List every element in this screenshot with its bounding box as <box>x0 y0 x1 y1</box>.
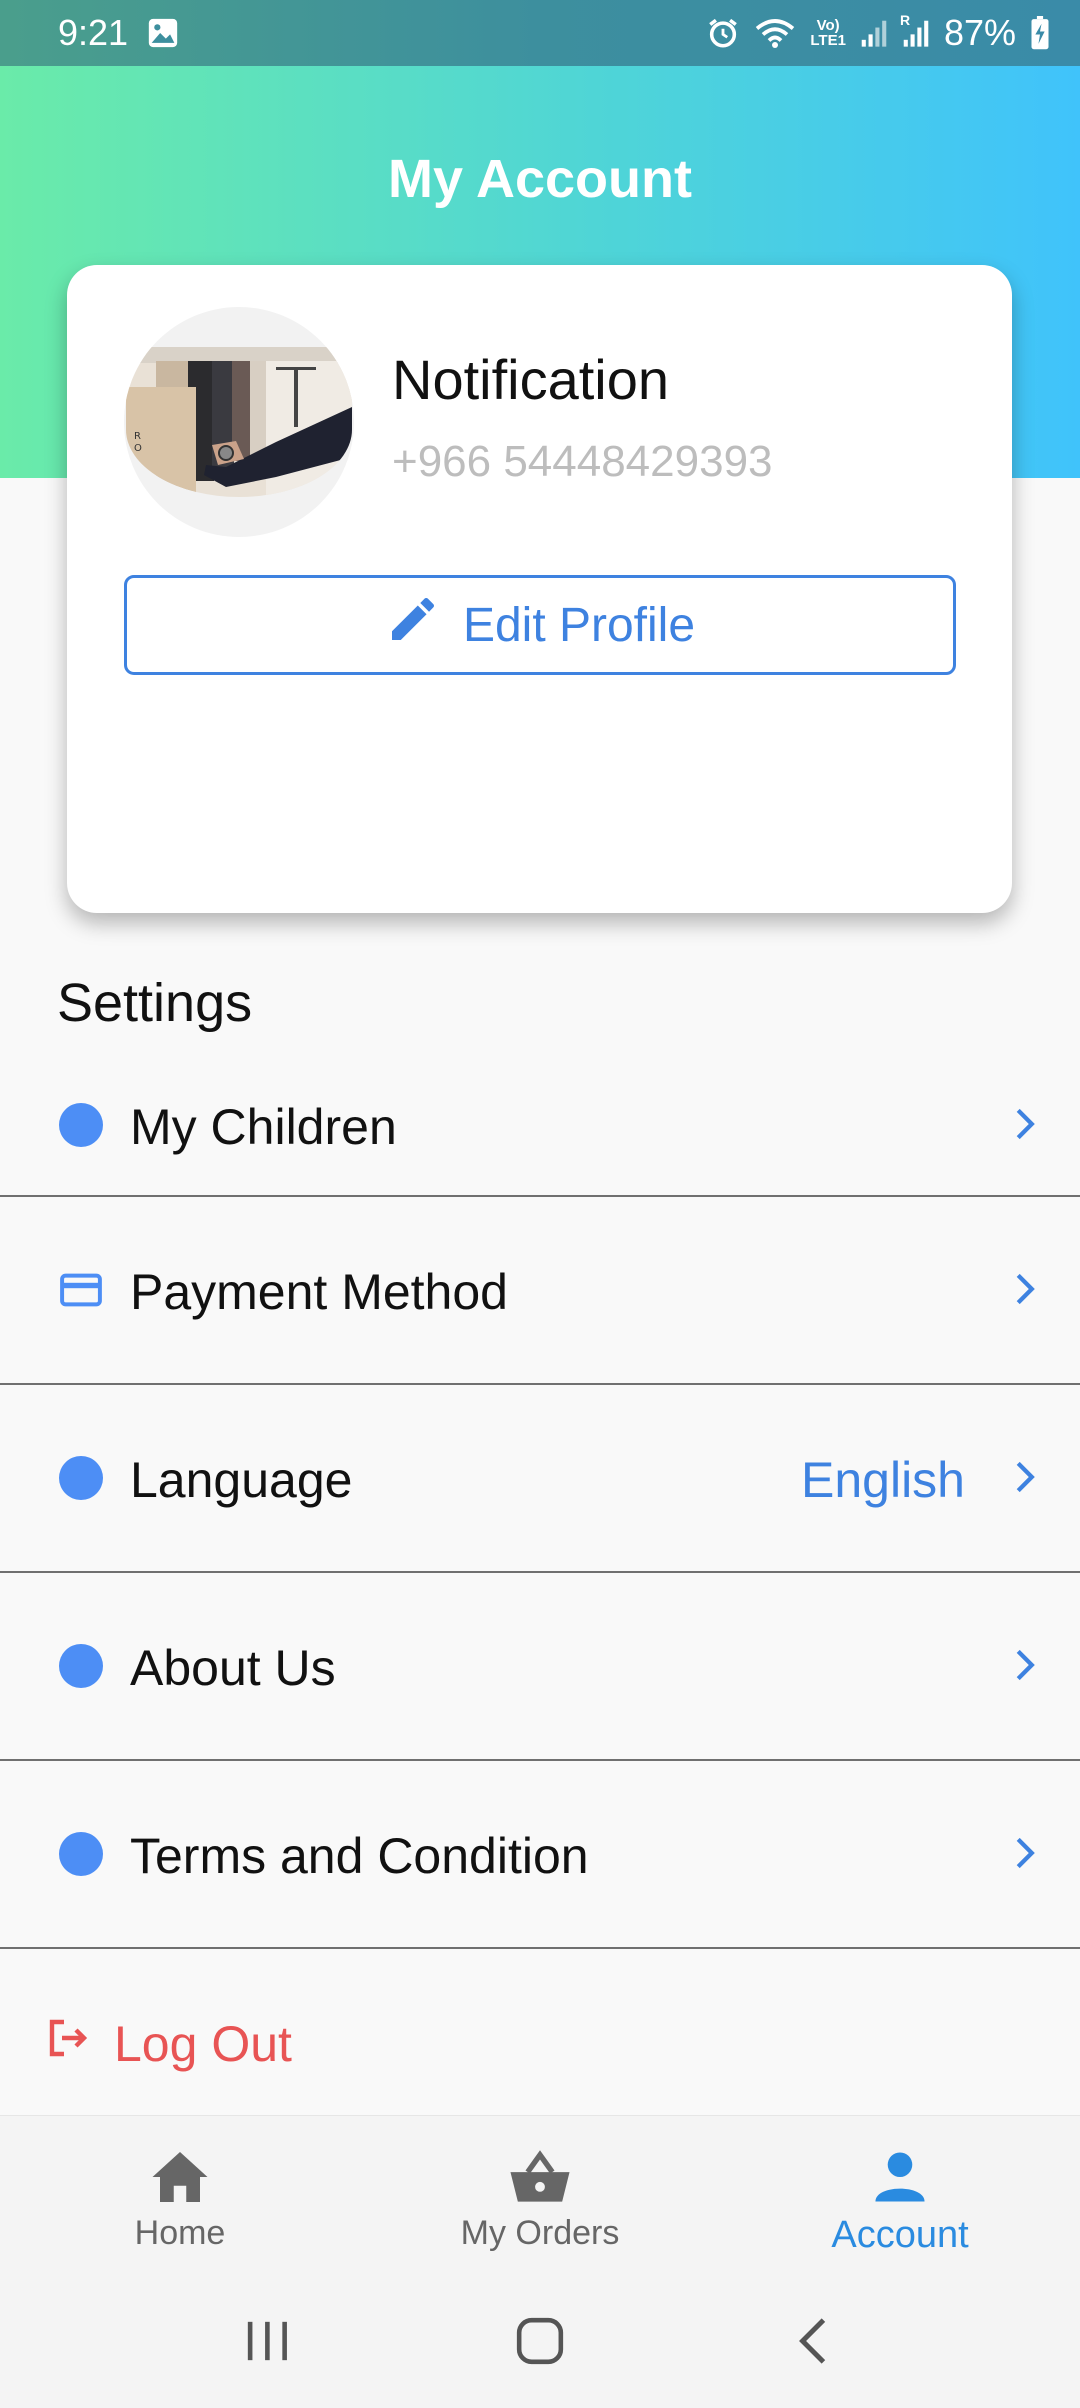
roaming-label: R <box>899 12 911 28</box>
nav-label: My Orders <box>460 2214 620 2252</box>
page-title: My Account <box>387 149 692 209</box>
wifi-icon <box>754 16 796 50</box>
chevron-right-icon <box>1010 1833 1040 1873</box>
settings-item-label: About Us <box>130 1640 336 1696</box>
profile-phone: +966 54448429393 <box>392 437 773 486</box>
settings-item-payment-method[interactable]: Payment Method <box>0 1197 1080 1385</box>
status-bar: 9:21 Vo) LTE1 R 87% <box>0 0 1080 66</box>
settings-item-terms[interactable]: Terms and Condition <box>0 1761 1080 1949</box>
settings-item-label: Terms and Condition <box>130 1828 589 1884</box>
nav-home[interactable]: Home <box>0 2116 360 2273</box>
status-left: 9:21 <box>58 12 180 54</box>
home-icon <box>150 2146 210 2208</box>
credit-card-icon <box>58 1267 104 1313</box>
status-time: 9:21 <box>58 12 129 53</box>
alarm-icon <box>706 16 740 50</box>
home-system-button[interactable] <box>480 2301 600 2381</box>
logout-icon <box>44 2014 92 2074</box>
profile-name: Notification <box>392 348 670 411</box>
dot-icon <box>58 1102 104 1148</box>
logout-button[interactable]: Log Out <box>44 2014 292 2074</box>
basket-icon <box>508 2146 572 2208</box>
nav-label: Home <box>134 2214 226 2252</box>
avatar[interactable]: R O <box>124 307 354 537</box>
svg-text:R: R <box>134 431 141 442</box>
settings-item-my-children[interactable]: My Children <box>0 1040 1080 1197</box>
edit-profile-button[interactable]: Edit Profile <box>124 575 956 675</box>
person-icon <box>873 2146 927 2208</box>
signal-icon <box>860 18 888 48</box>
volte-icon: Vo) LTE1 <box>810 18 846 48</box>
dot-icon <box>58 1831 104 1877</box>
gallery-icon <box>146 16 180 50</box>
nav-account[interactable]: Account <box>720 2116 1080 2273</box>
dot-icon <box>58 1455 104 1501</box>
language-value: English <box>801 1452 965 1508</box>
battery-percent: 87% <box>943 12 1016 53</box>
battery-charging-icon <box>1030 16 1050 50</box>
settings-heading: Settings <box>57 973 253 1033</box>
settings-item-language[interactable]: Language English <box>0 1385 1080 1573</box>
system-navigation-bar <box>0 2273 1080 2408</box>
back-button[interactable] <box>753 2301 873 2381</box>
chevron-right-icon <box>1010 1104 1040 1144</box>
chevron-right-icon <box>1010 1269 1040 1309</box>
recent-apps-button[interactable] <box>207 2301 327 2381</box>
chevron-right-icon <box>1010 1645 1040 1685</box>
edit-profile-label: Edit Profile <box>462 598 696 652</box>
nav-label: Account <box>831 2214 969 2256</box>
status-right: Vo) LTE1 R 87% <box>706 12 1050 54</box>
settings-item-about-us[interactable]: About Us <box>0 1573 1080 1761</box>
profile-card: R O Notification +966 54448429393 Edit P… <box>67 265 1012 913</box>
pencil-icon <box>385 591 441 659</box>
settings-list: My Children Payment Method Language Engl… <box>0 1040 1080 1949</box>
settings-item-label: Language <box>130 1452 353 1508</box>
bottom-navigation: Home My Orders Account <box>0 2115 1080 2273</box>
nav-my-orders[interactable]: My Orders <box>360 2116 720 2273</box>
volte-label-top: Vo) <box>816 17 840 34</box>
settings-item-label: Payment Method <box>130 1264 508 1320</box>
svg-text:O: O <box>134 443 142 454</box>
dot-icon <box>58 1643 104 1689</box>
chevron-right-icon <box>1010 1457 1040 1497</box>
avatar-photo: R O <box>126 347 352 497</box>
logout-label: Log Out <box>114 2016 292 2072</box>
settings-item-label: My Children <box>130 1099 397 1155</box>
signal-roaming-icon: R <box>900 12 930 48</box>
volte-label-bottom: LTE1 <box>810 32 846 49</box>
